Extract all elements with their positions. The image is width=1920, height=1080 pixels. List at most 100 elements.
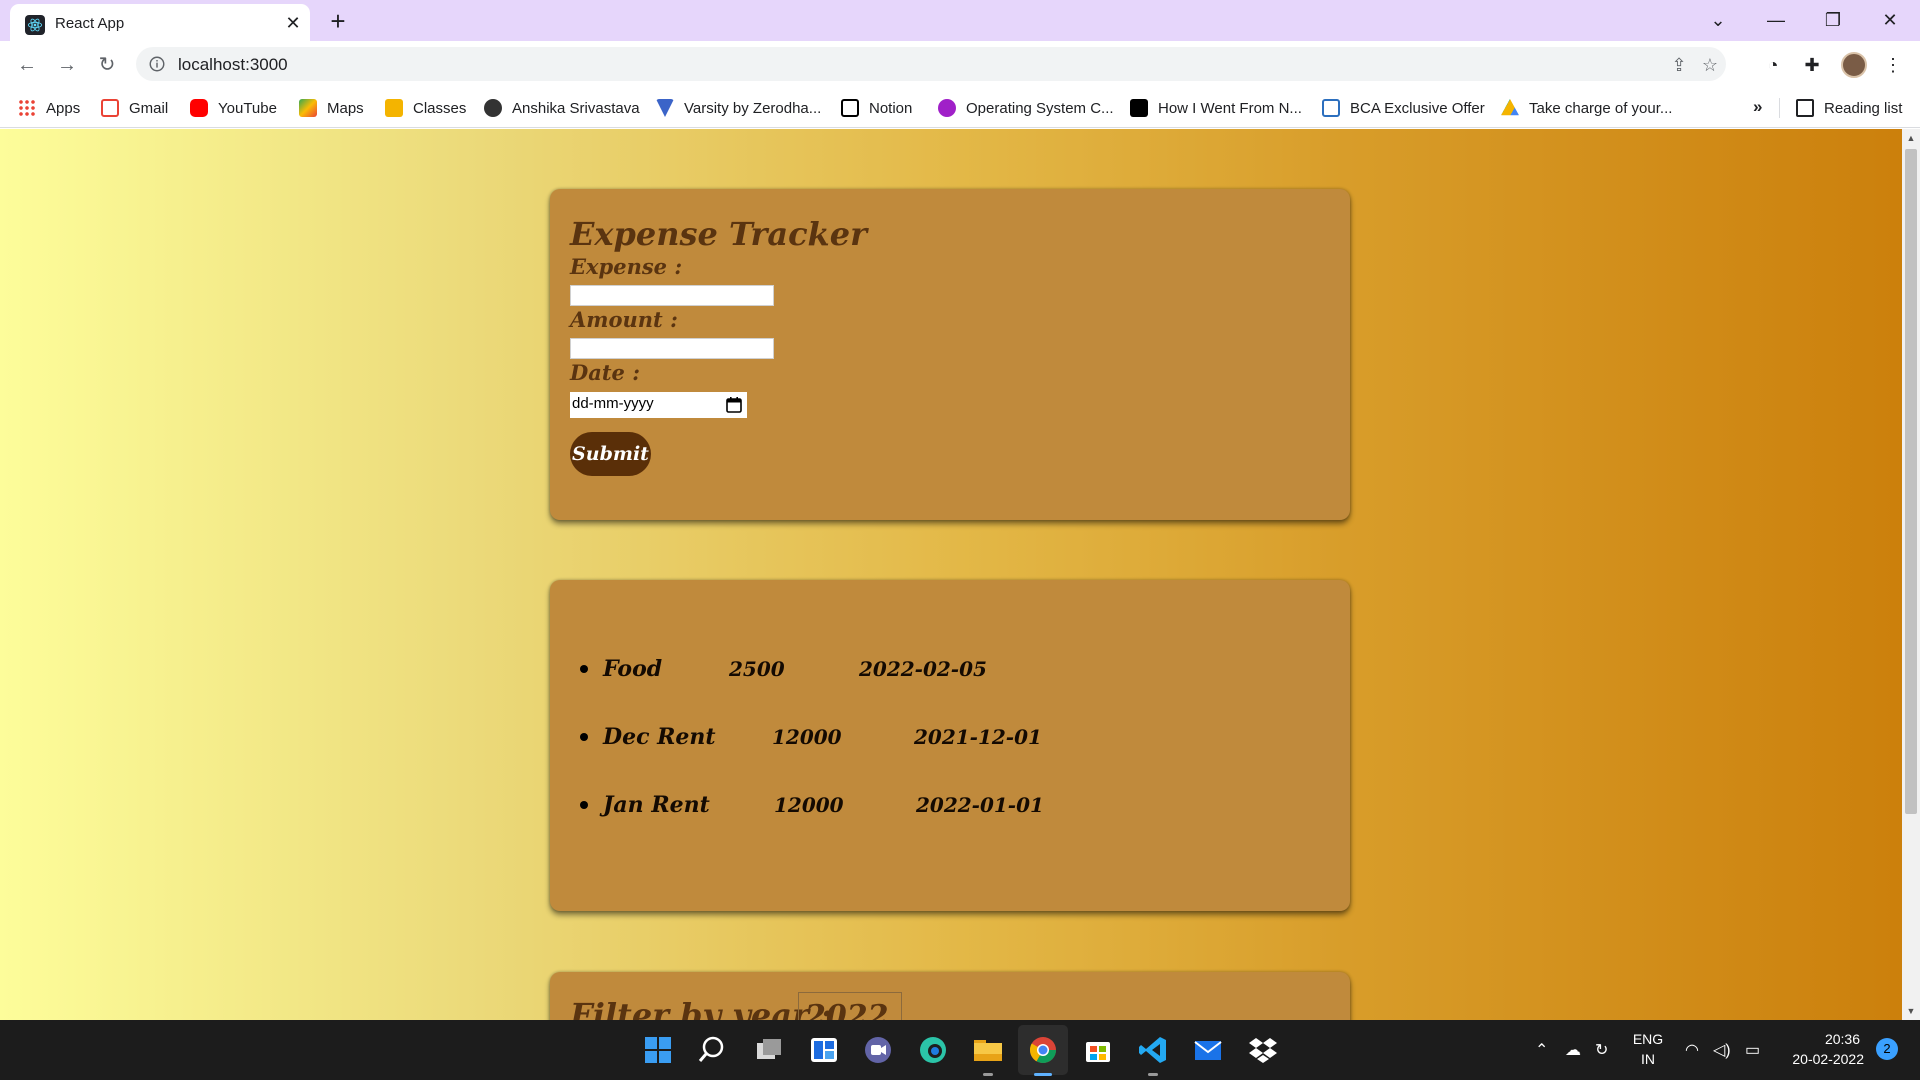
- bookmark-maps[interactable]: Maps: [299, 97, 364, 119]
- expense-amount: 12000: [774, 793, 844, 817]
- varsity-icon: [656, 99, 674, 117]
- chrome-icon[interactable]: [1027, 1034, 1059, 1066]
- reload-icon[interactable]: ↻: [93, 51, 121, 79]
- restore-button[interactable]: ❐: [1818, 6, 1848, 34]
- battery-icon[interactable]: ▭: [1745, 1040, 1760, 1060]
- date-input[interactable]: dd-mm-yyyy: [570, 392, 747, 418]
- running-indicator: [983, 1073, 993, 1076]
- tab-title: React App: [55, 15, 125, 32]
- bookmark-anshika[interactable]: Anshika Srivastava: [484, 97, 640, 119]
- globe-icon: [484, 99, 502, 117]
- bullet-icon: [580, 801, 588, 809]
- more-bookmarks-chevron-icon[interactable]: »: [1753, 97, 1762, 117]
- mail-icon[interactable]: [1192, 1034, 1224, 1066]
- performance-icon[interactable]: ◔: [1759, 51, 1787, 79]
- task-view-icon[interactable]: [753, 1034, 785, 1066]
- bookmark-label: Gmail: [129, 99, 169, 117]
- clock-time[interactable]: 20:36: [1780, 1031, 1860, 1047]
- bookmark-os[interactable]: Operating System C...: [938, 97, 1114, 119]
- menu-icon[interactable]: ⋮: [1879, 51, 1907, 79]
- bookmark-label: BCA Exclusive Offer: [1350, 99, 1485, 117]
- calendar-icon[interactable]: [725, 396, 743, 414]
- bookmark-bca[interactable]: BCA Exclusive Offer: [1322, 97, 1485, 119]
- bookmark-label: Apps: [46, 99, 81, 117]
- bookmark-classes[interactable]: Classes: [385, 97, 466, 119]
- url-text[interactable]: localhost:3000: [178, 55, 288, 75]
- vscode-icon[interactable]: [1137, 1034, 1169, 1066]
- reading-list-icon: [1796, 99, 1814, 117]
- forward-arrow-icon[interactable]: →: [53, 51, 81, 79]
- tab-search-icon[interactable]: ⌄: [1703, 6, 1733, 34]
- search-icon[interactable]: [696, 1034, 728, 1066]
- expense-date: 2021-12-01: [914, 725, 1042, 749]
- wifi-icon[interactable]: ◠: [1685, 1040, 1699, 1060]
- classroom-icon: [385, 99, 403, 117]
- browser-tab[interactable]: React App ✕: [10, 4, 310, 41]
- minimize-button[interactable]: —: [1761, 6, 1791, 34]
- chevron-up-icon[interactable]: ⌃: [1535, 1040, 1548, 1060]
- widgets-icon[interactable]: [808, 1034, 840, 1066]
- bookmarks-bar: Apps Gmail YouTube Maps Classes Anshika …: [0, 88, 1920, 128]
- bookmark-star-icon[interactable]: ☆: [1699, 54, 1721, 76]
- expense-label: Expense :: [570, 254, 683, 279]
- youtube-icon: [190, 99, 208, 117]
- year-select[interactable]: 2022: [798, 992, 902, 1020]
- running-indicator: [1148, 1073, 1158, 1076]
- expense-name: Dec Rent: [603, 724, 716, 750]
- filter-card: Filter by year : 2022: [550, 972, 1350, 1020]
- tab-strip: React App ✕ + ⌄ — ❐ ✕: [0, 0, 1920, 41]
- volume-icon[interactable]: ◁): [1713, 1040, 1731, 1060]
- windows-start-icon[interactable]: [642, 1034, 674, 1066]
- back-arrow-icon[interactable]: ←: [13, 51, 41, 79]
- onedrive-cloud-icon[interactable]: ☁: [1565, 1040, 1581, 1060]
- bookmark-gmail[interactable]: Gmail: [101, 97, 168, 119]
- date-label: Date :: [570, 360, 640, 385]
- scroll-up-arrow-icon[interactable]: ▲: [1906, 133, 1916, 143]
- teams-chat-icon[interactable]: [862, 1034, 894, 1066]
- submit-button[interactable]: Submit: [570, 432, 651, 476]
- bookmark-label: Maps: [327, 99, 364, 117]
- bookmark-notion[interactable]: Notion: [841, 97, 912, 119]
- medium-icon: [1130, 99, 1148, 117]
- vertical-scrollbar[interactable]: ▲ ▼: [1902, 129, 1920, 1020]
- list-item: Food 2500 2022-02-05: [580, 635, 1044, 703]
- expense-input[interactable]: [570, 285, 774, 306]
- address-bar[interactable]: localhost:3000 ⇪ ☆: [136, 47, 1726, 81]
- page-viewport: Expense Tracker Expense : Amount : Date …: [0, 129, 1920, 1020]
- file-explorer-icon[interactable]: [972, 1034, 1004, 1066]
- react-icon: [25, 15, 45, 35]
- language-label[interactable]: ENG: [1630, 1031, 1666, 1047]
- bookmark-youtube[interactable]: YouTube: [190, 97, 277, 119]
- bookmark-label: Notion: [869, 99, 913, 117]
- expense-form-card: Expense Tracker Expense : Amount : Date …: [550, 189, 1350, 520]
- close-tab-icon[interactable]: ✕: [282, 12, 304, 34]
- region-label[interactable]: IN: [1630, 1051, 1666, 1067]
- notification-badge[interactable]: 2: [1876, 1038, 1898, 1060]
- bookmark-label: How I Went From N...: [1158, 99, 1302, 117]
- bookmark-medium[interactable]: How I Went From N...: [1130, 97, 1302, 119]
- share-icon[interactable]: ⇪: [1668, 54, 1690, 76]
- clock-date[interactable]: 20-02-2022: [1780, 1051, 1864, 1067]
- bookmark-drive[interactable]: Take charge of your...: [1501, 97, 1672, 119]
- dropbox-icon[interactable]: [1247, 1034, 1279, 1066]
- divider: [1779, 98, 1780, 118]
- close-window-button[interactable]: ✕: [1875, 6, 1905, 34]
- info-icon[interactable]: [148, 55, 166, 73]
- edge-icon[interactable]: [917, 1034, 949, 1066]
- extensions-icon[interactable]: ✚: [1798, 51, 1826, 79]
- new-tab-button[interactable]: +: [325, 8, 351, 34]
- amount-input[interactable]: [570, 338, 774, 359]
- bookmark-label: Classes: [413, 99, 467, 117]
- amount-label: Amount :: [570, 307, 678, 332]
- navigation-bar: ← → ↻ localhost:3000 ⇪ ☆ ◔ ✚ ⋮: [0, 41, 1920, 88]
- bookmark-label: Take charge of your...: [1529, 99, 1673, 117]
- bookmark-varsity[interactable]: Varsity by Zerodha...: [656, 97, 821, 119]
- active-indicator: [1034, 1073, 1052, 1076]
- sync-icon[interactable]: ↻: [1595, 1040, 1608, 1060]
- reading-list-button[interactable]: Reading list: [1796, 97, 1902, 119]
- bookmark-apps[interactable]: Apps: [18, 97, 80, 119]
- microsoft-store-icon[interactable]: [1082, 1034, 1114, 1066]
- scroll-down-arrow-icon[interactable]: ▼: [1906, 1006, 1916, 1016]
- scroll-thumb[interactable]: [1905, 149, 1917, 814]
- avatar[interactable]: [1841, 52, 1867, 78]
